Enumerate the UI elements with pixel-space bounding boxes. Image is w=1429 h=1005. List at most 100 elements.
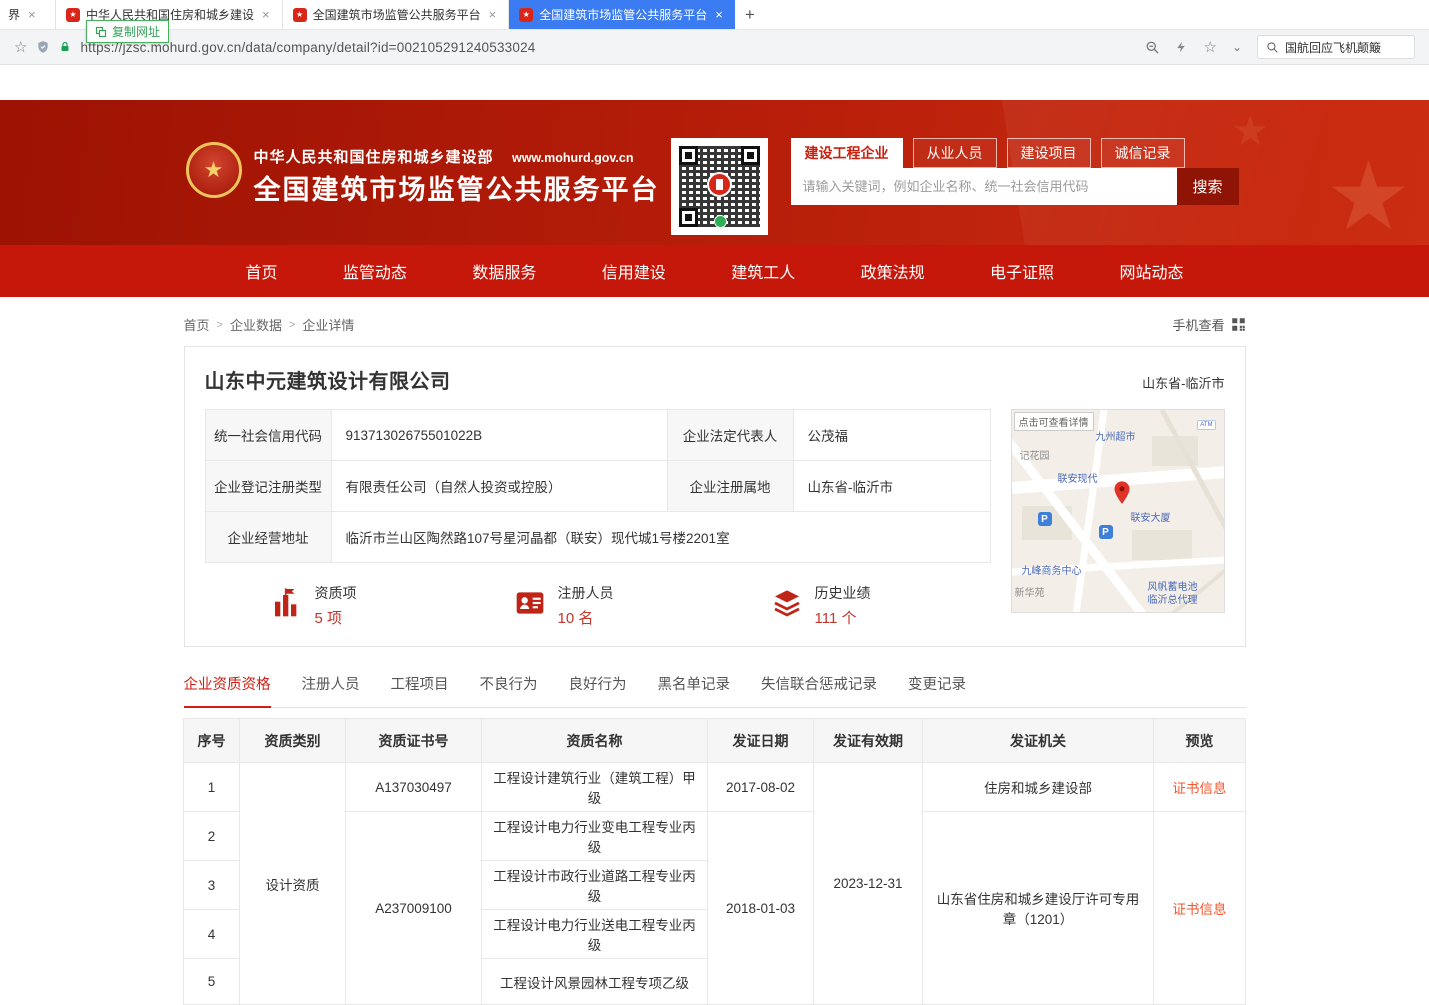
gov-favicon-icon: ★	[519, 8, 533, 22]
stat-qualifications[interactable]: 资质项 5 项	[271, 583, 357, 628]
shield-icon[interactable]	[36, 39, 50, 55]
header-no: 序号	[184, 719, 240, 763]
stat-label: 资质项	[315, 583, 357, 603]
tab-dishonesty-records[interactable]: 失信联合惩戒记录	[761, 673, 877, 708]
map-hint: 点击可查看详情	[1014, 412, 1094, 431]
header-preview: 预览	[1154, 719, 1246, 763]
breadcrumb-separator: >	[289, 319, 295, 331]
favorite-star-icon[interactable]: ☆	[1203, 38, 1216, 56]
close-icon[interactable]: ×	[26, 7, 38, 22]
map-poi-battery-2: 临沂总代理	[1148, 591, 1198, 606]
parking-icon: P	[1099, 525, 1113, 539]
breadcrumb-home[interactable]: 首页	[184, 315, 210, 334]
nav-data-service[interactable]: 数据服务	[472, 259, 536, 283]
tab-registered-personnel[interactable]: 注册人员	[302, 673, 360, 708]
cell-category: 设计资质	[240, 763, 346, 1005]
search-tab-practitioners[interactable]: 从业人员	[913, 138, 997, 168]
tab-projects[interactable]: 工程项目	[391, 673, 449, 708]
browser-tab-strip: 界 × ★ 中华人民共和国住房和城乡建设 × ★ 全国建筑市场监管公共服务平台 …	[0, 0, 1429, 30]
chevron-down-icon[interactable]: ⌄	[1232, 40, 1242, 54]
search-icon	[1266, 41, 1279, 54]
search-tab-projects[interactable]: 建设项目	[1007, 138, 1091, 168]
flash-icon[interactable]	[1175, 40, 1188, 54]
company-info-table: 统一社会信用代码 91371302675501022B 企业法定代表人 公茂福 …	[205, 409, 991, 563]
stat-value: 111 个	[815, 607, 871, 628]
nav-credit-building[interactable]: 信用建设	[602, 259, 666, 283]
mobile-view-label: 手机查看	[1172, 315, 1224, 334]
copy-url-label: 复制网址	[112, 23, 160, 40]
cell-issue-date: 2017-08-02	[708, 763, 814, 812]
nav-e-license[interactable]: 电子证照	[990, 259, 1054, 283]
nav-supervision-news[interactable]: 监管动态	[343, 259, 407, 283]
qr-green-dot	[714, 215, 727, 228]
layers-icon	[771, 587, 803, 624]
breadcrumb-separator: >	[217, 319, 223, 331]
nav-construction-workers[interactable]: 建筑工人	[731, 259, 795, 283]
map-poi-supermarket: 九州超市	[1096, 428, 1136, 443]
address-label: 企业经营地址	[205, 512, 331, 563]
table-header-row: 序号 资质类别 资质证书号 资质名称 发证日期 发证有效期 发证机关 预览	[184, 719, 1246, 763]
map-poi-xinhuayuan: 新华苑	[1015, 584, 1045, 599]
close-icon[interactable]: ×	[487, 7, 499, 22]
bookmark-star-icon[interactable]: ☆	[14, 38, 27, 56]
zoom-icon[interactable]	[1145, 40, 1160, 55]
search-tab-credit-records[interactable]: 诚信记录	[1101, 138, 1185, 168]
mobile-view-link[interactable]: 手机查看	[1172, 315, 1245, 334]
new-tab-button[interactable]: +	[735, 0, 765, 29]
browser-tab-0[interactable]: 界 ×	[0, 0, 56, 29]
search-tab-construction-enterprise[interactable]: 建设工程企业	[791, 138, 903, 168]
site-search-button[interactable]: 搜索	[1177, 168, 1239, 205]
site-banner: ★ ★ ★ 中华人民共和国住房和城乡建设部 www.mohurd.gov.cn …	[0, 100, 1429, 245]
tab-good-behavior[interactable]: 良好行为	[569, 673, 627, 708]
qr-code	[671, 138, 768, 235]
copy-icon	[95, 26, 107, 38]
breadcrumb-company-data[interactable]: 企业数据	[230, 315, 282, 334]
tab-change-records[interactable]: 变更记录	[908, 673, 966, 708]
cert-info-link[interactable]: 证书信息	[1173, 781, 1227, 796]
qualification-building-icon	[271, 587, 303, 624]
ministry-line: 中华人民共和国住房和城乡建设部 www.mohurd.gov.cn	[254, 146, 634, 167]
header-cert-no: 资质证书号	[346, 719, 482, 763]
main-nav: 首页 监管动态 数据服务 信用建设 建筑工人 政策法规 电子证照 网站动态	[0, 245, 1429, 297]
favicon-star: ★	[296, 10, 303, 19]
company-location-map[interactable]: 点击可查看详情 九州超市 ATM 记花园 联安现代 P P 联安大厦 九峰商务中…	[1011, 409, 1225, 613]
header-category: 资质类别	[240, 719, 346, 763]
cell-no: 4	[184, 910, 240, 959]
tab-bad-behavior[interactable]: 不良行为	[480, 673, 538, 708]
lock-icon[interactable]	[59, 40, 71, 54]
nav-home[interactable]: 首页	[246, 259, 278, 283]
nav-site-news[interactable]: 网站动态	[1119, 259, 1183, 283]
company-info-area: 统一社会信用代码 91371302675501022B 企业法定代表人 公茂福 …	[205, 409, 991, 628]
browser-address-bar: ☆ https://jzsc.mohurd.gov.cn/data/compan…	[0, 30, 1429, 65]
tab-blacklist-records[interactable]: 黑名单记录	[658, 673, 731, 708]
stat-historical-achievements[interactable]: 历史业绩 111 个	[771, 583, 871, 628]
site-search: 搜索	[791, 168, 1239, 205]
page-content: ★ ★ ★ 中华人民共和国住房和城乡建设部 www.mohurd.gov.cn …	[0, 65, 1429, 1005]
qualification-table: 序号 资质类别 资质证书号 资质名称 发证日期 发证有效期 发证机关 预览 1 …	[183, 718, 1246, 1005]
browser-tab-3-active[interactable]: ★ 全国建筑市场监管公共服务平台 ×	[509, 0, 735, 29]
browser-search-box[interactable]: 国航回应飞机颠簸	[1257, 35, 1415, 59]
atm-icon: ATM	[1197, 420, 1215, 430]
ministry-site-url: www.mohurd.gov.cn	[512, 151, 634, 165]
cell-preview: 证书信息	[1154, 812, 1246, 1005]
credit-code-label: 统一社会信用代码	[205, 410, 331, 461]
header-authority: 发证机关	[923, 719, 1154, 763]
nav-policies[interactable]: 政策法规	[861, 259, 925, 283]
cell-preview: 证书信息	[1154, 763, 1246, 812]
stat-registered-personnel[interactable]: 注册人员 10 名	[514, 583, 614, 628]
ministry-name: 中华人民共和国住房和城乡建设部	[254, 149, 494, 166]
cell-no: 2	[184, 812, 240, 861]
cell-no: 5	[184, 959, 240, 1005]
cell-name: 工程设计市政行业道路工程专业丙级	[482, 861, 708, 910]
browser-tab-2[interactable]: ★ 全国建筑市场监管公共服务平台 ×	[283, 0, 510, 29]
close-icon[interactable]: ×	[713, 7, 725, 22]
favicon-star: ★	[523, 10, 530, 19]
address-value: 临沂市兰山区陶然路107号星河晶都（联安）现代城1号楼2201室	[331, 512, 990, 563]
close-icon[interactable]: ×	[260, 7, 272, 22]
table-row: 1 设计资质 A137030497 工程设计建筑行业（建筑工程）甲级 2017-…	[184, 763, 1246, 812]
cert-info-link[interactable]: 证书信息	[1173, 902, 1227, 917]
cell-name: 工程设计电力行业送电工程专业丙级	[482, 910, 708, 959]
header-valid-until: 发证有效期	[814, 719, 923, 763]
tab-qualifications[interactable]: 企业资质资格	[184, 673, 271, 708]
site-search-input[interactable]	[791, 168, 1177, 205]
